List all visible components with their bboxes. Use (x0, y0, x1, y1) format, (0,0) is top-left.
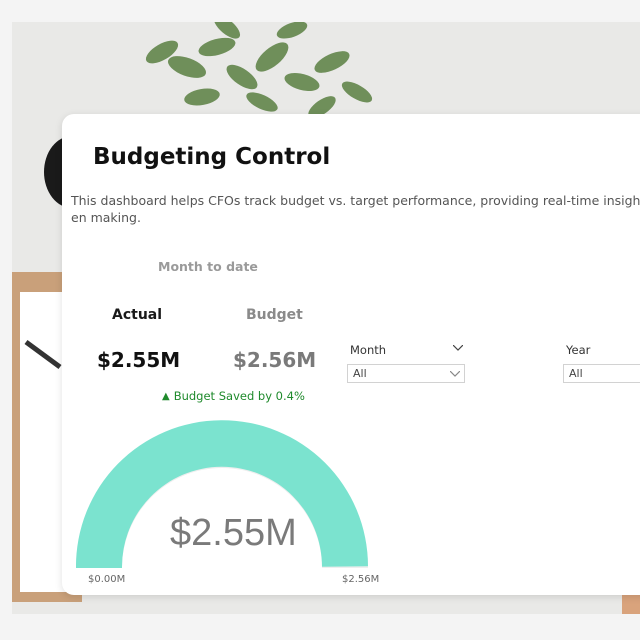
gauge-arc (76, 420, 368, 568)
month-filter-select[interactable]: All (347, 364, 465, 383)
budget-saved-text: Budget Saved by 0.4% (173, 389, 305, 403)
chevron-down-icon[interactable] (453, 345, 463, 351)
budget-label: Budget (246, 307, 303, 323)
year-filter-label: Year (566, 343, 591, 357)
gauge-max-label: $2.56M (342, 574, 380, 585)
gauge-value: $2.55M (170, 512, 297, 554)
actual-value: $2.55M (97, 348, 181, 372)
page-title: Budgeting Control (93, 144, 331, 170)
budget-value: $2.56M (233, 348, 317, 372)
budget-gauge: $2.55M $0.00M $2.56M (76, 416, 386, 594)
budget-saved-indicator: ▲ Budget Saved by 0.4% (162, 389, 305, 403)
month-filter-value: All (353, 367, 367, 380)
month-filter-label: Month (350, 343, 387, 357)
year-filter-select[interactable]: All (563, 364, 640, 383)
up-triangle-icon: ▲ (162, 390, 170, 402)
year-filter-value: All (569, 367, 583, 380)
period-label: Month to date (158, 259, 258, 274)
page-description: This dashboard helps CFOs track budget v… (71, 193, 640, 225)
actual-label: Actual (112, 307, 163, 323)
gauge-min-label: $0.00M (88, 574, 126, 585)
budget-card: Budgeting Control This dashboard helps C… (62, 114, 640, 595)
chevron-down-icon (450, 371, 460, 377)
